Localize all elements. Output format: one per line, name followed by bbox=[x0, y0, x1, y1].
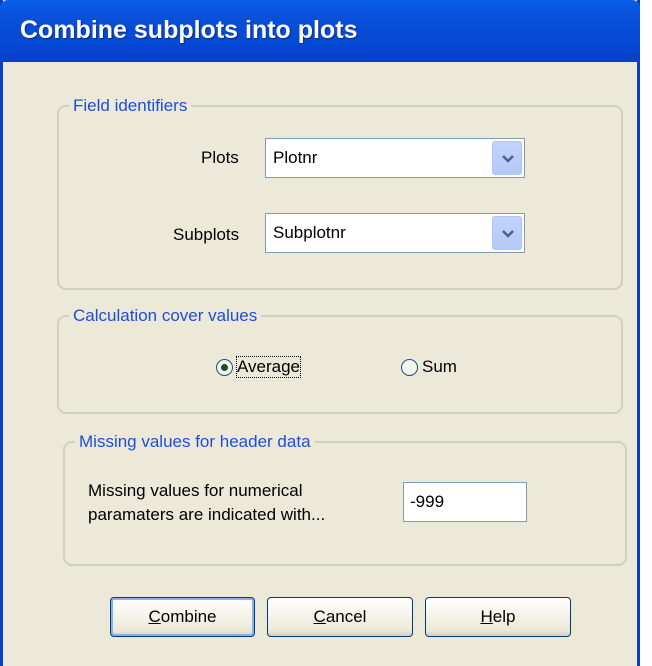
help-button[interactable]: Help bbox=[425, 597, 571, 637]
dialog-window: Combine subplots into plots Field identi… bbox=[0, 0, 640, 666]
subplots-combobox[interactable]: Subplotnr bbox=[265, 213, 525, 253]
plots-dropdown-button[interactable] bbox=[492, 141, 522, 175]
chevron-down-icon bbox=[502, 230, 514, 238]
radio-sum[interactable]: Sum bbox=[401, 357, 457, 377]
field-identifiers-group: Field identifiers bbox=[57, 96, 623, 290]
subplots-value: Subplotnr bbox=[273, 223, 346, 242]
dialog-title: Combine subplots into plots bbox=[20, 16, 358, 44]
calculation-group: Calculation cover values bbox=[57, 306, 623, 414]
title-bar[interactable]: Combine subplots into plots bbox=[0, 0, 640, 62]
radio-average-indicator[interactable] bbox=[216, 358, 233, 376]
subplots-label: Subplots bbox=[173, 225, 240, 244]
cancel-label: ancel bbox=[325, 607, 367, 626]
radio-average-label[interactable]: Average bbox=[235, 356, 302, 378]
cancel-button[interactable]: Cancel bbox=[267, 597, 413, 637]
radio-sum-indicator[interactable] bbox=[401, 358, 418, 376]
subplots-dropdown-button[interactable] bbox=[492, 216, 522, 250]
plots-label: Plots bbox=[201, 148, 239, 167]
field-identifiers-legend: Field identifiers bbox=[73, 96, 188, 115]
plots-combobox[interactable]: Plotnr bbox=[265, 138, 525, 178]
help-mnemonic: H bbox=[480, 607, 493, 626]
missing-values-legend: Missing values for header data bbox=[79, 432, 311, 451]
combine-button[interactable]: Combine bbox=[110, 597, 255, 637]
calculation-legend: Calculation cover values bbox=[73, 306, 258, 325]
missing-value-text: -999 bbox=[410, 492, 445, 511]
chevron-down-icon bbox=[502, 155, 514, 163]
cancel-mnemonic: C bbox=[313, 607, 326, 626]
radio-average[interactable]: Average bbox=[216, 356, 302, 378]
radio-sum-label[interactable]: Sum bbox=[422, 357, 457, 377]
missing-values-text-line1: Missing values for numerical bbox=[88, 481, 303, 500]
combine-mnemonic: C bbox=[148, 607, 161, 626]
missing-value-input[interactable]: -999 bbox=[403, 482, 527, 522]
combine-label: ombine bbox=[160, 607, 217, 626]
help-label: elp bbox=[492, 607, 516, 626]
missing-values-text-line2: paramaters are indicated with... bbox=[88, 505, 326, 524]
plots-value: Plotnr bbox=[273, 148, 318, 167]
